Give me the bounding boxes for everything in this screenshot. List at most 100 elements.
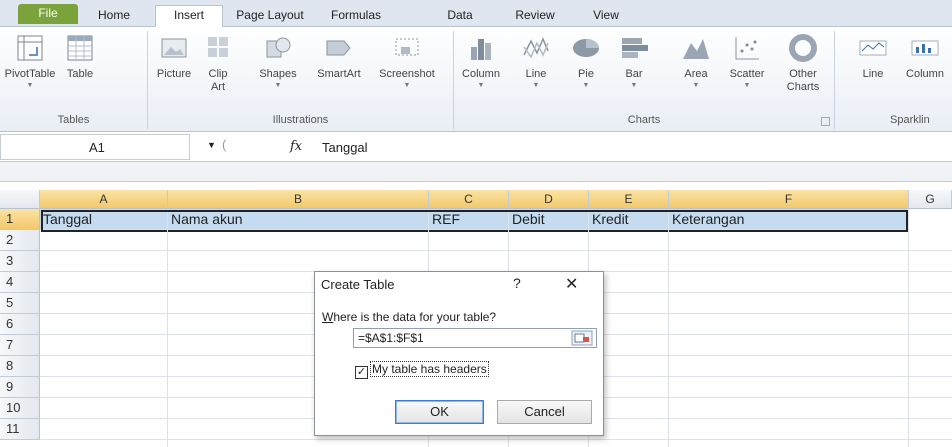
formula-bar-divider-icon: ( (222, 137, 227, 152)
name-box-value: A1 (89, 140, 105, 155)
group-tables-label: Tables (57, 114, 90, 126)
headers-checkbox-label: My table has headers (370, 361, 489, 377)
tab-page-layout[interactable]: Page Layout (226, 6, 314, 27)
bar-chart-button[interactable]: Bar ▼ (614, 33, 654, 90)
cell-b1[interactable]: Nama akun (168, 209, 429, 230)
screenshot-dropdown-icon: ▼ (403, 82, 411, 89)
line-chart-button[interactable]: Line ▼ (518, 33, 554, 90)
column-header-g[interactable]: G (909, 190, 952, 209)
shapes-button[interactable]: Shapes ▼ (254, 33, 302, 90)
cell-e1[interactable]: Kredit (589, 209, 669, 230)
picture-button[interactable]: Picture (150, 33, 198, 81)
area-chart-button[interactable]: Area ▼ (676, 33, 716, 90)
scatter-chart-icon (735, 37, 759, 60)
clip-art-label-2: Art (210, 81, 226, 93)
shapes-dropdown-icon: ▼ (274, 82, 282, 89)
clip-art-button[interactable]: Clip Art (200, 33, 236, 94)
tab-view[interactable]: View (586, 6, 626, 27)
other-charts-label-1: Other (789, 68, 817, 80)
column-chart-icon (471, 39, 491, 60)
pie-dropdown-icon: ▼ (582, 82, 590, 89)
help-icon[interactable]: ? (513, 275, 521, 291)
table-range-input[interactable]: =$A$1:$F$1 (353, 328, 597, 348)
cell-c1[interactable]: REF (429, 209, 509, 230)
screenshot-icon (395, 38, 419, 56)
charts-dialog-launcher-icon[interactable] (821, 117, 830, 126)
column-chart-button[interactable]: Column ▼ (458, 33, 504, 90)
tab-formulas[interactable]: Formulas (320, 6, 392, 27)
row-header-10[interactable]: 10 (0, 398, 40, 419)
ribbon: PivotTable ▼ Table Tables Picture Clip A… (0, 27, 952, 132)
row-header-2[interactable]: 2 (0, 230, 40, 251)
column-header-d[interactable]: D (509, 190, 589, 209)
column-header-e[interactable]: E (589, 190, 669, 209)
cell-f1[interactable]: Keterangan (669, 209, 909, 230)
sparkline-line-icon (859, 40, 887, 56)
tab-file[interactable]: File (18, 4, 78, 24)
tab-review[interactable]: Review (508, 6, 562, 27)
close-icon[interactable]: ✕ (565, 274, 578, 294)
picture-label: Picture (156, 68, 192, 80)
select-all-corner[interactable] (0, 190, 40, 209)
screenshot-label: Screenshot (379, 68, 435, 80)
bar-dropdown-icon: ▼ (630, 82, 638, 89)
clip-art-icon (208, 37, 228, 57)
tab-home[interactable]: Home (82, 6, 146, 27)
pivottable-dropdown-icon: ▼ (26, 82, 34, 89)
column-dropdown-icon: ▼ (477, 82, 485, 89)
row-header-4[interactable]: 4 (0, 272, 40, 293)
cell-a1[interactable]: Tanggal (40, 209, 168, 230)
headers-checkbox[interactable]: ✓ (355, 366, 368, 379)
row-header-11[interactable]: 11 (0, 419, 40, 440)
row-header-1[interactable]: 1 (0, 209, 40, 230)
tab-data[interactable]: Data (440, 6, 480, 27)
bar-chart-icon (622, 38, 648, 58)
column-header-a[interactable]: A (40, 190, 168, 209)
column-header-c[interactable]: C (429, 190, 509, 209)
row-header-9[interactable]: 9 (0, 377, 40, 398)
other-charts-button[interactable]: Other Charts (780, 33, 826, 94)
line-chart-icon (523, 37, 549, 59)
screenshot-button[interactable]: Screenshot ▼ (370, 33, 444, 90)
pie-chart-icon (573, 39, 599, 57)
insert-function-icon[interactable]: fx (290, 139, 302, 154)
name-box[interactable]: A1 (0, 134, 190, 160)
cancel-button[interactable]: Cancel (497, 400, 592, 424)
ok-button[interactable]: OK (395, 400, 484, 424)
pivottable-button[interactable]: PivotTable ▼ (4, 33, 56, 90)
line-dropdown-icon: ▼ (532, 82, 540, 89)
formula-bar-strip (0, 161, 952, 182)
tab-insert[interactable]: Insert (155, 5, 223, 27)
sparkline-line-label: Line (862, 68, 884, 80)
row-header-3[interactable]: 3 (0, 251, 40, 272)
pie-chart-button[interactable]: Pie ▼ (568, 33, 604, 90)
sparkline-line-button[interactable]: Line (856, 33, 890, 81)
smartart-icon (326, 40, 351, 56)
column-header-b[interactable]: B (168, 190, 429, 209)
cell-d1[interactable]: Debit (509, 209, 589, 230)
group-separator (834, 31, 835, 129)
column-chart-label: Column (462, 68, 500, 80)
row-header-7[interactable]: 7 (0, 335, 40, 356)
column-header-f[interactable]: F (669, 190, 909, 209)
row-header-8[interactable]: 8 (0, 356, 40, 377)
name-box-dropdown-icon[interactable]: ▼ (207, 140, 216, 150)
scatter-chart-button[interactable]: Scatter ▼ (722, 33, 772, 90)
headers-checkbox-row[interactable]: ✓ My table has headers (355, 361, 489, 379)
table-button[interactable]: Table (60, 33, 100, 81)
bar-chart-label: Bar (625, 68, 643, 80)
smartart-label: SmartArt (317, 68, 361, 80)
dialog-question-text: here is the data for your table? (333, 310, 497, 324)
collapse-dialog-icon[interactable] (571, 330, 593, 346)
formula-input[interactable]: Tanggal (322, 140, 368, 155)
row-header-6[interactable]: 6 (0, 314, 40, 335)
other-charts-label-2: Charts (786, 81, 820, 93)
smartart-button[interactable]: SmartArt (310, 33, 368, 81)
line-chart-label: Line (525, 68, 547, 80)
scatter-chart-label: Scatter (729, 68, 765, 80)
row-header-5[interactable]: 5 (0, 293, 40, 314)
area-chart-label: Area (684, 68, 708, 80)
group-sparklines-label: Sparklin (890, 114, 930, 126)
sparkline-column-button[interactable]: Column (898, 33, 952, 81)
formula-bar: A1 ▼ ( fx Tanggal (0, 134, 952, 182)
